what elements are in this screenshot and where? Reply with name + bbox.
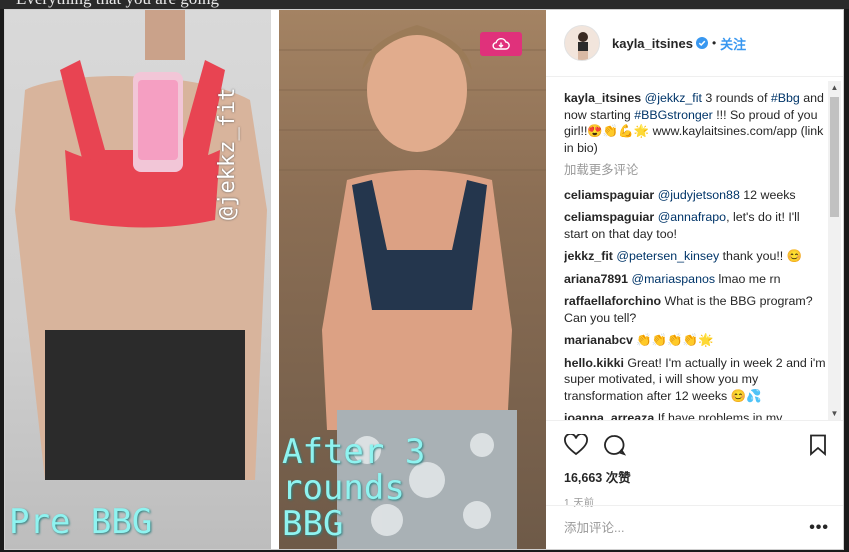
like-count[interactable]: 16,663 次赞 <box>564 467 827 486</box>
post-photo[interactable]: @jekkz_fit Pre BBG After 3 rounds BBG <box>5 10 546 549</box>
avatar[interactable] <box>564 25 600 61</box>
comment-mention[interactable]: @petersen_kinsey <box>616 249 719 263</box>
add-comment-input[interactable] <box>564 520 810 535</box>
post-modal: @jekkz_fit Pre BBG After 3 rounds BBG ka… <box>4 9 844 550</box>
background-heading-fragment: Everything that you are going <box>16 0 219 9</box>
comment: celiamspaguiar @annafrapo, let's do it! … <box>564 209 826 242</box>
scrollbar-thumb[interactable] <box>830 97 839 217</box>
comment-mention[interactable]: @annafrapo <box>658 210 726 224</box>
photo-divider <box>271 10 279 549</box>
load-more-comments-button[interactable]: 加载更多评论 <box>564 162 826 179</box>
comment-text: 👏👏👏👏🌟 <box>636 333 714 347</box>
comment-username[interactable]: celiamspaguiar <box>564 188 654 202</box>
comments-list: kayla_itsines @jekkz_fit 3 rounds of #Bb… <box>564 90 826 420</box>
post-sidebar: kayla_itsines • 关注 kayla_itsines @jekkz_… <box>546 10 843 549</box>
comment-username[interactable]: hello.kikki <box>564 356 624 370</box>
comment-username[interactable]: jekkz_fit <box>564 249 613 263</box>
photo-caption-pre: Pre BBG <box>9 502 153 542</box>
header-separator: • <box>711 36 717 50</box>
comment: joanna_arreaza If have problems in my <box>564 410 826 420</box>
caption-text-1: 3 rounds of <box>701 91 771 105</box>
comment-username[interactable]: joanna_arreaza <box>564 411 654 420</box>
scroll-up-arrow-icon[interactable]: ▲ <box>828 81 841 95</box>
caption-mention[interactable]: @jekkz_fit <box>645 91 702 105</box>
comment-text: 12 weeks <box>739 187 796 202</box>
comment: jekkz_fit @petersen_kinsey thank you!! 😊 <box>564 248 826 265</box>
scroll-down-arrow-icon[interactable]: ▼ <box>828 407 841 421</box>
comment: hello.kikki Great! I'm actually in week … <box>564 355 826 405</box>
photo-watermark-handle: @jekkz_fit <box>215 87 240 220</box>
photo-caption-after: After 3 rounds BBG <box>282 432 426 544</box>
background-page-strip: Everything that you are going <box>0 0 849 9</box>
comment-mention[interactable]: @judyjetson88 <box>658 188 740 202</box>
add-comment-bar: ••• <box>546 505 843 549</box>
comment-text: If have problems in my <box>657 411 783 420</box>
heart-icon[interactable] <box>564 434 588 456</box>
download-button[interactable] <box>480 32 522 56</box>
bookmark-icon[interactable] <box>809 434 827 456</box>
comment: ariana7891 @mariaspanos lmao me rn <box>564 271 826 288</box>
comment-text: thank you!! 😊 <box>719 249 803 263</box>
header-username[interactable]: kayla_itsines <box>612 36 693 51</box>
action-icons-row <box>564 431 827 459</box>
comment: marianabcv 👏👏👏👏🌟 <box>564 332 826 349</box>
post-header: kayla_itsines • 关注 <box>546 10 843 77</box>
comments-scrollbar[interactable]: ▲ ▼ <box>828 81 841 421</box>
caption-username[interactable]: kayla_itsines <box>564 91 641 105</box>
verified-badge-icon <box>695 37 708 49</box>
follow-button[interactable]: 关注 <box>720 34 746 53</box>
caption-emojis: 😍👏💪🌟 <box>587 124 650 138</box>
comment-text: lmao me rn <box>715 271 781 286</box>
comment: raffaellaforchino What is the BBG progra… <box>564 293 826 326</box>
post-caption: kayla_itsines @jekkz_fit 3 rounds of #Bb… <box>564 90 826 156</box>
caption-hashtag-bbg[interactable]: #Bbg <box>771 91 800 105</box>
comment-mention[interactable]: @mariaspanos <box>632 272 716 286</box>
comment: celiamspaguiar @judyjetson88 12 weeks <box>564 187 826 204</box>
comment-username[interactable]: ariana7891 <box>564 272 628 286</box>
caption-hashtag-bbgstronger[interactable]: #BBGstronger <box>634 108 713 122</box>
avatar-figure-icon <box>578 32 588 60</box>
comment-username[interactable]: marianabcv <box>564 333 633 347</box>
post-actions: 16,663 次赞 1 天前 <box>546 420 843 509</box>
cloud-download-icon <box>492 38 510 50</box>
comment-username[interactable]: celiamspaguiar <box>564 210 654 224</box>
more-options-button[interactable]: ••• <box>809 519 829 537</box>
comment-username[interactable]: raffaellaforchino <box>564 294 661 308</box>
comment-bubble-icon[interactable] <box>602 434 626 456</box>
